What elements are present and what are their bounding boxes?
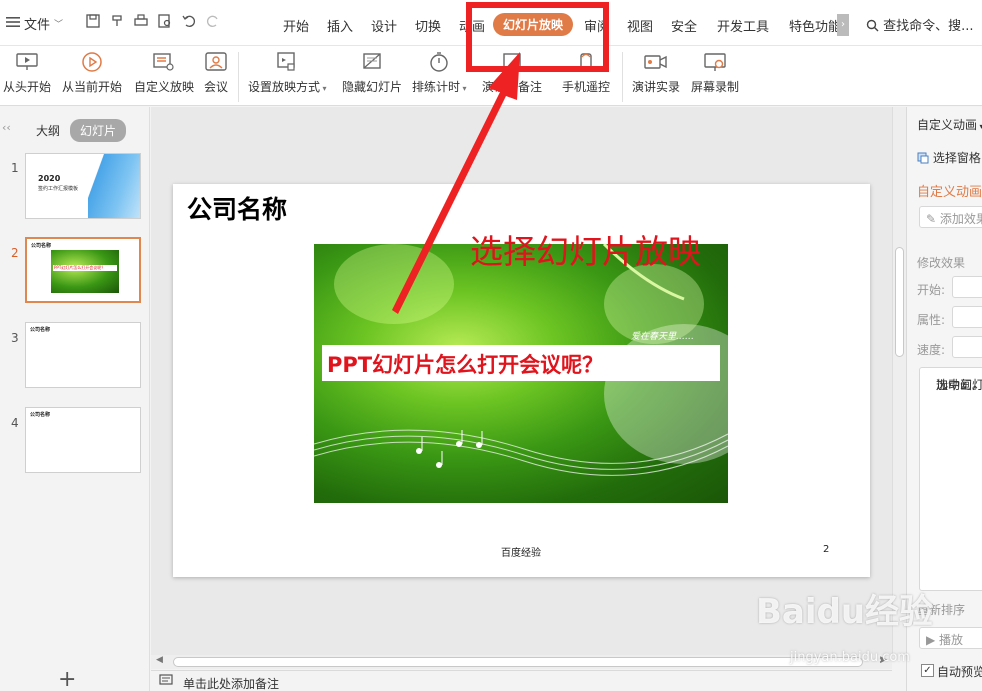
red-arrow-icon [392, 52, 520, 314]
highlight-box [466, 2, 609, 72]
watermark-url: jingyan.baidu.com [790, 650, 910, 665]
baidu-watermark: Baidu经验 [756, 592, 934, 632]
